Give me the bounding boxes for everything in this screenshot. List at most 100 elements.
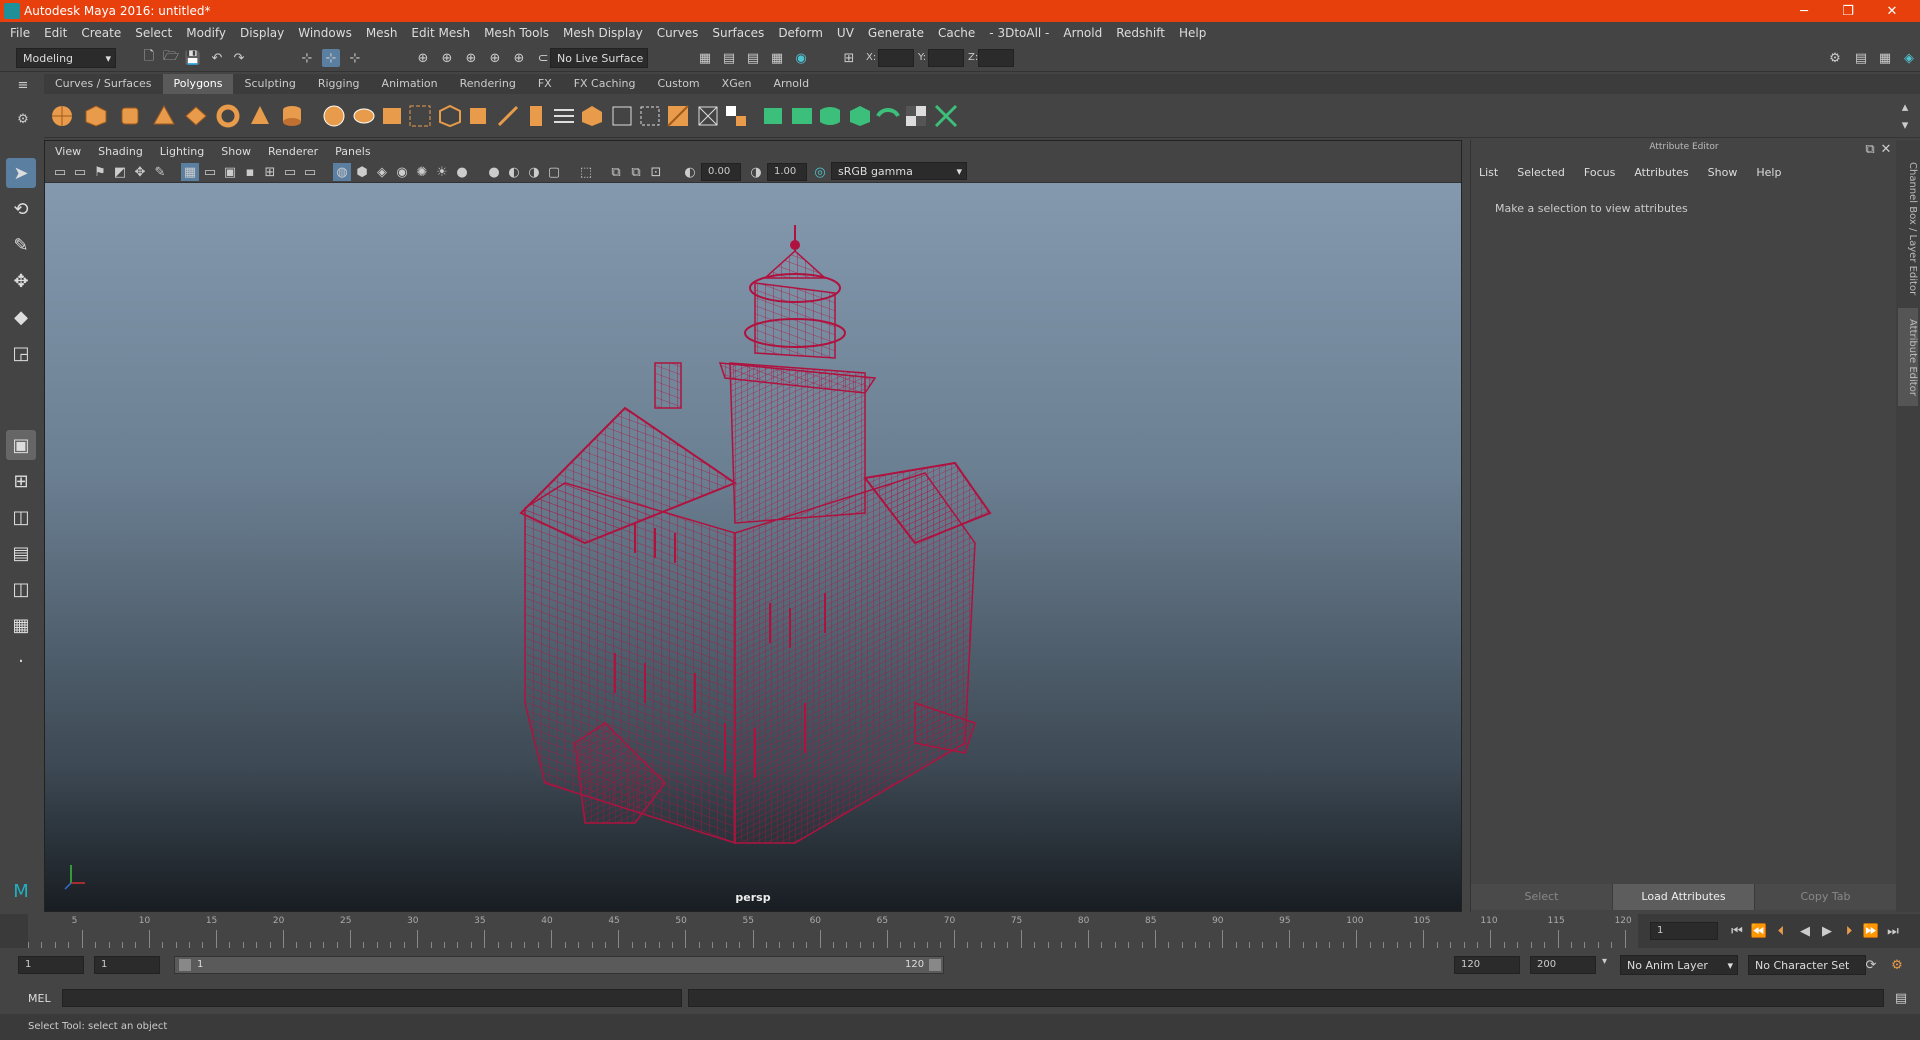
maya-home-icon[interactable]: M <box>6 876 36 906</box>
snap-surface-icon[interactable]: ⊕ <box>510 49 528 67</box>
range-end-handle[interactable] <box>929 959 941 971</box>
menu-help[interactable]: Help <box>1179 26 1206 40</box>
menu-create[interactable]: Create <box>81 26 121 40</box>
smooth-icon[interactable] <box>380 104 404 128</box>
poly-plane-icon[interactable] <box>184 104 208 128</box>
wireframe-icon[interactable]: ◍ <box>333 163 351 181</box>
outliner-layout-icon[interactable]: ▦ <box>6 610 36 640</box>
menu-mesh-tools[interactable]: Mesh Tools <box>484 26 549 40</box>
menu-arnold[interactable]: Arnold <box>1063 26 1102 40</box>
menu-uv[interactable]: UV <box>837 26 854 40</box>
side-by-side-icon[interactable]: ◫ <box>6 502 36 532</box>
load-attributes-button[interactable]: Load Attributes <box>1613 884 1755 910</box>
use-all-lights-icon[interactable]: ✺ <box>413 163 431 181</box>
uv-planar-icon[interactable] <box>762 104 786 128</box>
shelf-tab-fx[interactable]: FX <box>527 74 563 94</box>
shelf-menu-icon[interactable]: ≡ <box>14 76 32 94</box>
close-button[interactable]: ✕ <box>1870 0 1914 22</box>
step-back-key-icon[interactable]: ⏪ <box>1750 922 1768 940</box>
mode-selector[interactable]: Modeling ▾ <box>16 48 116 68</box>
open-scene-icon[interactable]: 🗁 <box>162 49 180 67</box>
range-bar[interactable]: 1 120 <box>174 956 944 974</box>
transform-constraint-icon[interactable]: ⊞ <box>840 49 858 67</box>
play-backward-icon[interactable]: ◀ <box>1796 922 1814 940</box>
auto-key-icon[interactable]: ⟳ <box>1862 956 1880 974</box>
exposure-field[interactable]: 0.00 <box>701 163 741 181</box>
menu-3dtoall[interactable]: - 3DtoAll - <box>989 26 1049 40</box>
animation-end-field[interactable]: 200 <box>1530 956 1596 974</box>
mirror-icon[interactable] <box>438 104 462 128</box>
poly-cube-icon[interactable] <box>84 104 108 128</box>
render-view-icon[interactable]: ▦ <box>696 49 714 67</box>
y-field[interactable] <box>928 49 964 67</box>
step-back-frame-icon[interactable]: ⏴ <box>1772 922 1790 940</box>
character-set-dropdown[interactable]: No Character Set <box>1748 955 1866 975</box>
menu-edit[interactable]: Edit <box>44 26 67 40</box>
multi-cut-icon[interactable] <box>496 104 520 128</box>
motion-blur-icon[interactable]: ● <box>485 163 503 181</box>
image-plane-icon[interactable]: ◩ <box>111 163 129 181</box>
command-input[interactable] <box>62 989 682 1007</box>
redo-icon[interactable]: ↷ <box>230 49 248 67</box>
safe-title-icon[interactable]: ▭ <box>301 163 319 181</box>
poly-cone-icon[interactable] <box>152 104 176 128</box>
select-object-icon[interactable]: ⊹ <box>322 49 340 67</box>
ambient-occlusion-icon[interactable]: ● <box>453 163 471 181</box>
render-settings-icon[interactable]: ▦ <box>768 49 786 67</box>
fill-hole-icon[interactable] <box>580 104 604 128</box>
shadows-icon[interactable]: ☀ <box>433 163 451 181</box>
persp-graph-icon[interactable]: ▤ <box>6 538 36 568</box>
uv-auto-icon[interactable] <box>848 104 872 128</box>
viewport-menu-show[interactable]: Show <box>221 145 251 158</box>
shelf-settings-icon[interactable]: ⚙ <box>14 110 32 128</box>
menu-mesh-display[interactable]: Mesh Display <box>563 26 643 40</box>
multisample-icon[interactable]: ◐ <box>505 163 523 181</box>
viewport-canvas[interactable]: persp <box>45 183 1461 911</box>
depth-of-field-icon[interactable]: ◑ <box>525 163 543 181</box>
menu-select[interactable]: Select <box>135 26 172 40</box>
animation-start-field[interactable]: 1 <box>18 956 84 974</box>
shelf-tab-xgen[interactable]: XGen <box>711 74 763 94</box>
current-frame-field[interactable]: 1 <box>1650 922 1718 940</box>
shelf-tab-rigging[interactable]: Rigging <box>307 74 371 94</box>
menu-display[interactable]: Display <box>240 26 284 40</box>
menu-redshift[interactable]: Redshift <box>1116 26 1165 40</box>
menu-generate[interactable]: Generate <box>868 26 924 40</box>
gate-mask-icon[interactable]: ▪ <box>241 163 259 181</box>
xray-icon[interactable]: ▢ <box>545 163 563 181</box>
uv-checker-icon[interactable] <box>904 104 928 128</box>
attr-menu-focus[interactable]: Focus <box>1584 166 1615 179</box>
step-forward-key-icon[interactable]: ⏩ <box>1862 922 1880 940</box>
menu-surfaces[interactable]: Surfaces <box>712 26 764 40</box>
menu-curves[interactable]: Curves <box>657 26 699 40</box>
play-forward-icon[interactable]: ▶ <box>1818 922 1836 940</box>
close-panel-icon[interactable]: ✕ <box>1877 140 1895 158</box>
attr-menu-selected[interactable]: Selected <box>1517 166 1565 179</box>
go-to-start-icon[interactable]: ⏮ <box>1728 922 1746 940</box>
minimize-button[interactable]: ─ <box>1782 0 1826 22</box>
shelf-tab-curves-surfaces[interactable]: Curves / Surfaces <box>44 74 163 94</box>
attr-menu-list[interactable]: List <box>1479 166 1498 179</box>
separate-icon[interactable] <box>352 104 376 128</box>
channel-box-tab[interactable]: Channel Box / Layer Editor <box>1898 154 1918 304</box>
isolate-select-icon[interactable]: ⬚ <box>577 163 595 181</box>
modeling-toolkit-icon[interactable]: ⚙ <box>1826 49 1844 67</box>
time-ruler[interactable]: 5 10 15 20 25 30 35 40 45 50 55 60 65 70 75 80 85 90 95 100… <box>28 914 1638 948</box>
shelf-tab-animation[interactable]: Animation <box>371 74 449 94</box>
playback-end-field[interactable]: 120 <box>1454 956 1520 974</box>
extract-icon[interactable] <box>408 104 432 128</box>
command-language-label[interactable]: MEL <box>28 992 51 1005</box>
ipr-render-icon[interactable]: ▤ <box>744 49 762 67</box>
snap-curve-icon[interactable]: ⊕ <box>438 49 456 67</box>
menu-file[interactable]: File <box>10 26 30 40</box>
x-field[interactable] <box>878 49 914 67</box>
bridge-icon[interactable] <box>552 104 576 128</box>
append-polygon-icon[interactable] <box>610 104 634 128</box>
range-start-handle[interactable] <box>179 959 191 971</box>
menu-mesh[interactable]: Mesh <box>366 26 398 40</box>
restore-button[interactable]: ❐ <box>1826 0 1870 22</box>
gamma-icon[interactable]: ◑ <box>747 163 765 181</box>
attribute-editor-tab[interactable]: Attribute Editor <box>1898 308 1918 406</box>
single-view-icon[interactable]: ▣ <box>6 430 36 460</box>
viewport-menu-shading[interactable]: Shading <box>98 145 143 158</box>
